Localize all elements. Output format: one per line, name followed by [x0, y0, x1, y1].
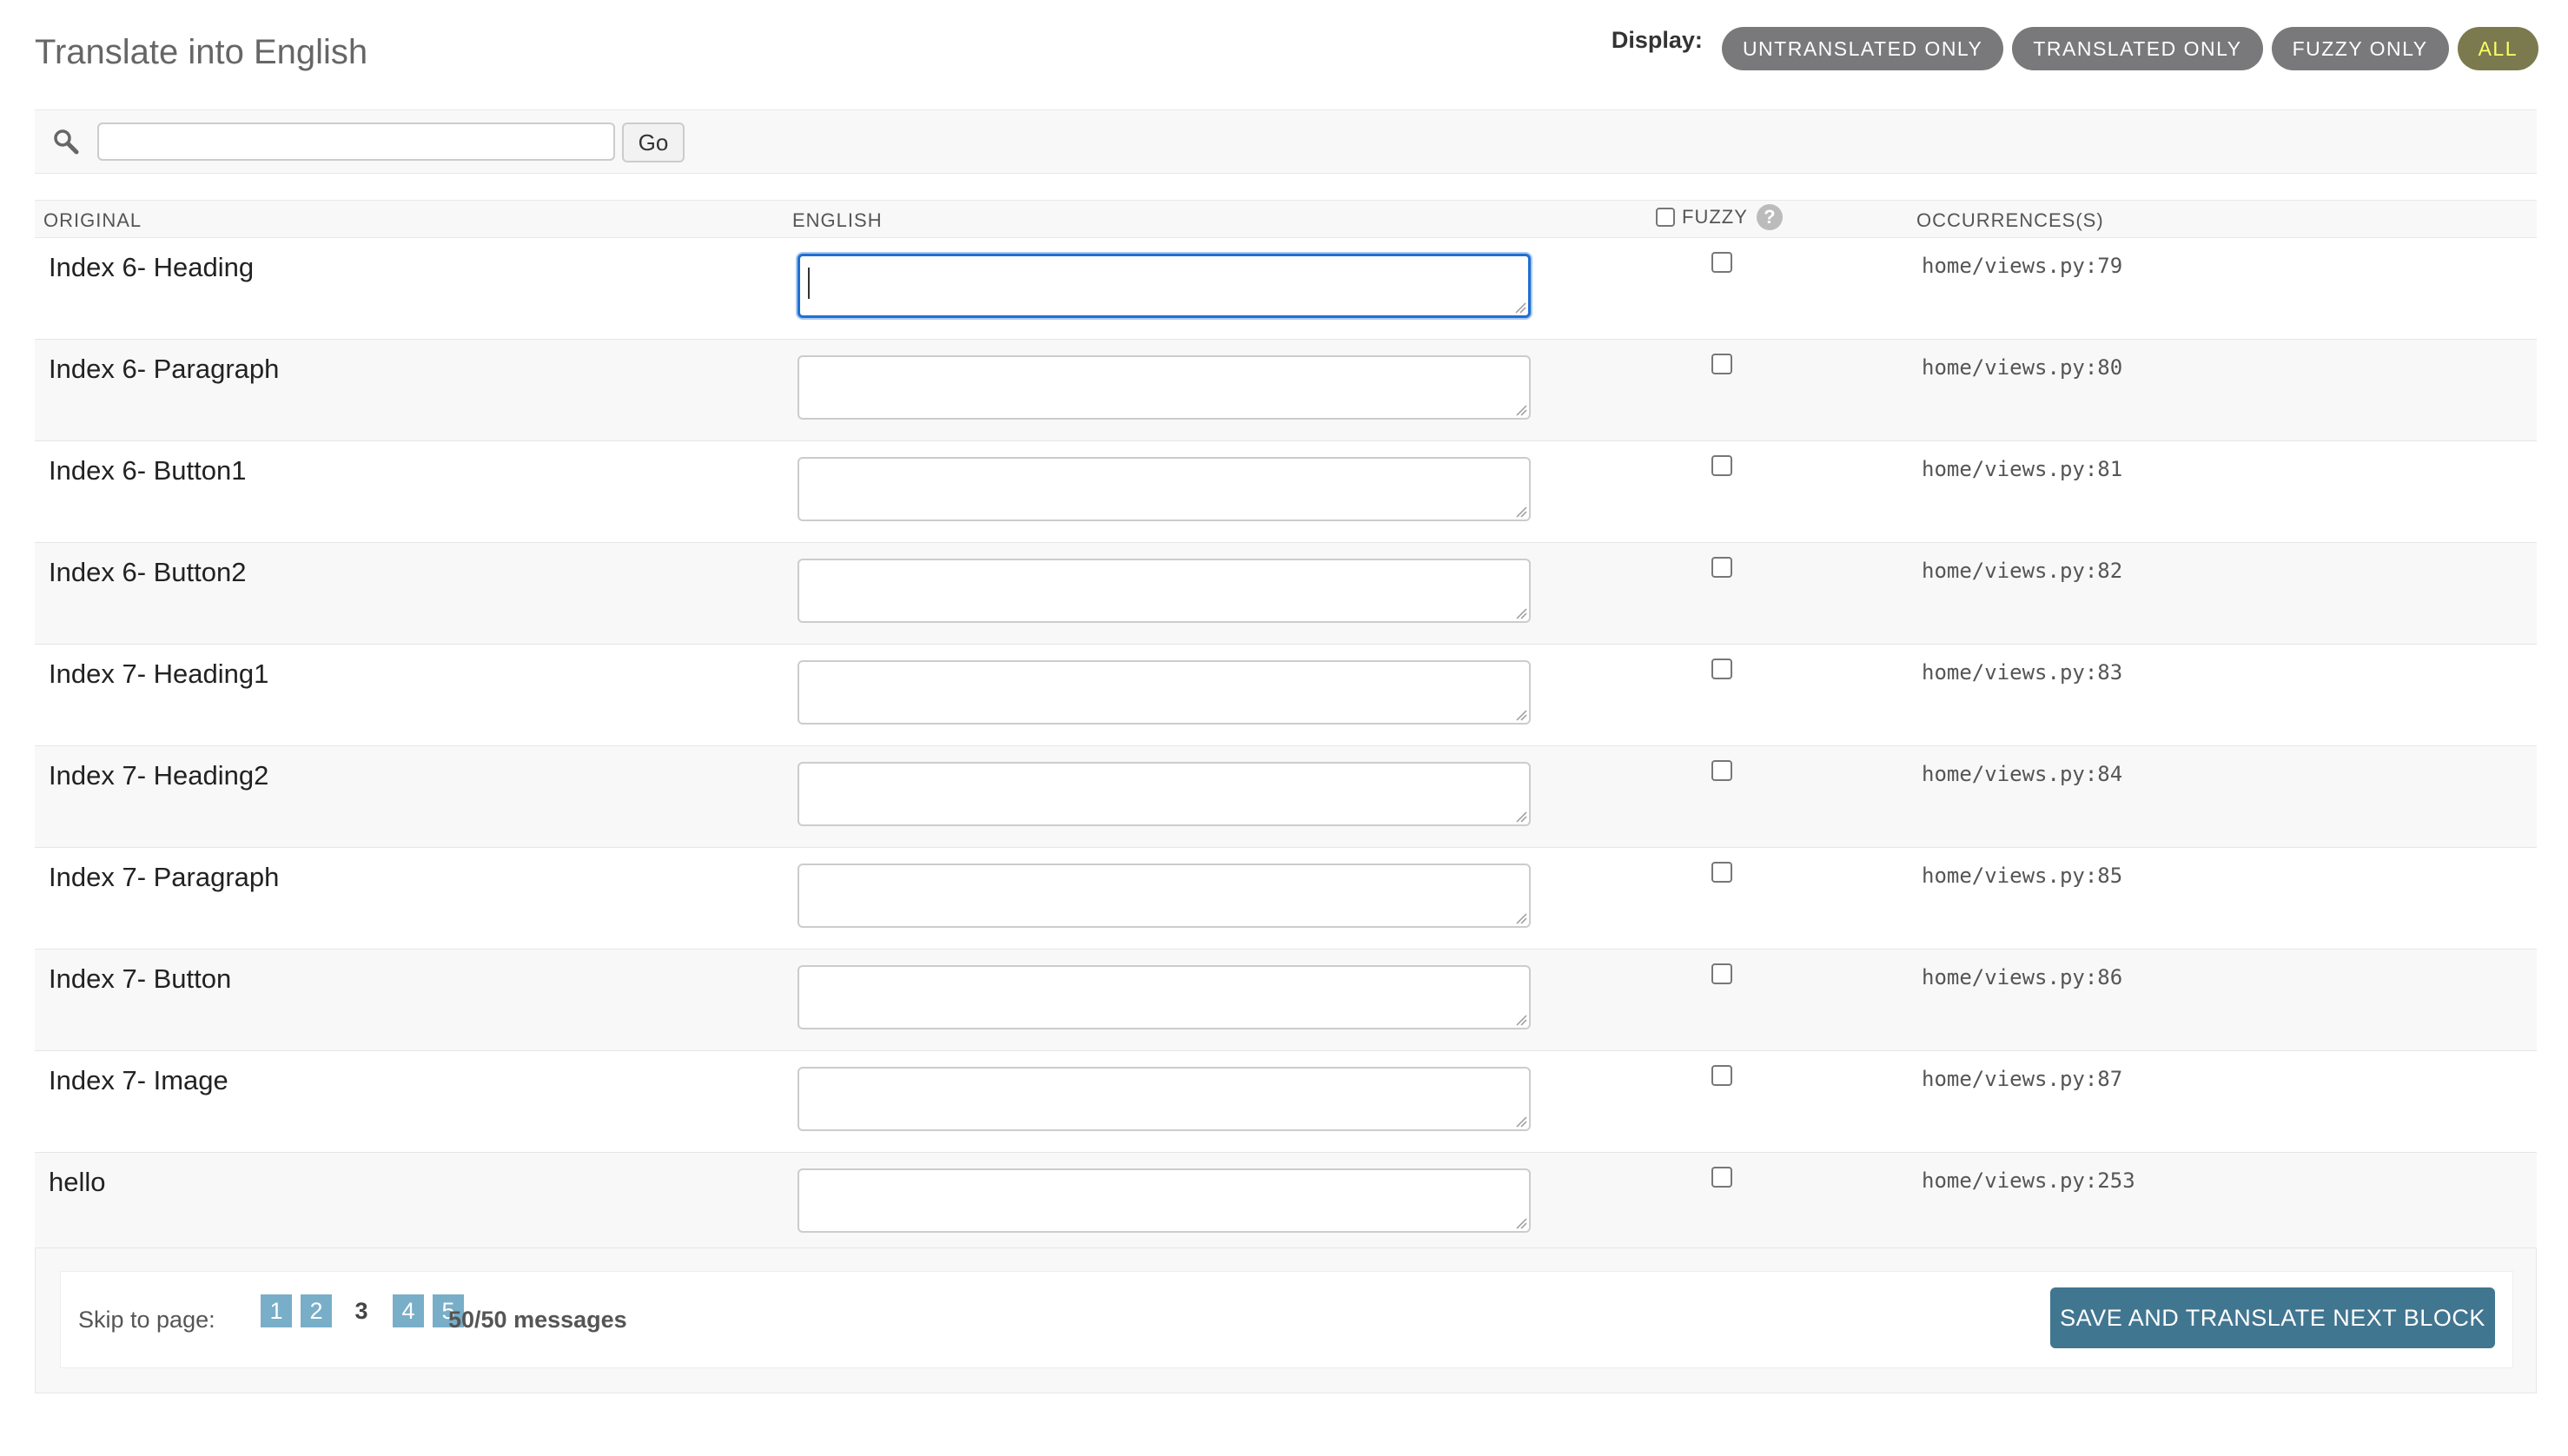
occurrence-text: home/views.py:82	[1922, 559, 2123, 583]
table-row: Index 7- Heading2 home/views.py:84	[35, 746, 2537, 848]
table-row: Index 6- Button2 home/views.py:82	[35, 543, 2537, 645]
page-title: Translate into English	[35, 33, 368, 71]
column-fuzzy: FUZZY ?	[1656, 204, 1783, 230]
table-row: Index 7- Button home/views.py:86	[35, 950, 2537, 1051]
page-link-1[interactable]: 1	[261, 1294, 292, 1327]
fuzzy-checkbox[interactable]	[1711, 1167, 1732, 1188]
save-and-translate-next-button[interactable]: SAVE AND TRANSLATE NEXT BLOCK	[2050, 1287, 2495, 1348]
filter-untranslated-button[interactable]: UNTRANSLATED ONLY	[1721, 27, 2004, 70]
fuzzy-checkbox[interactable]	[1711, 354, 1732, 374]
search-bar: Go	[35, 109, 2537, 174]
occurrence-text: home/views.py:86	[1922, 965, 2123, 989]
fuzzy-checkbox[interactable]	[1711, 659, 1732, 679]
original-text: Index 6- Paragraph	[49, 354, 280, 384]
display-label: Display:	[1611, 26, 1703, 53]
resize-grip-icon[interactable]	[1515, 404, 1527, 416]
resize-grip-icon[interactable]	[1515, 1217, 1527, 1229]
original-text: Index 7- Image	[49, 1065, 228, 1095]
occurrence-text: home/views.py:80	[1922, 355, 2123, 380]
resize-grip-icon[interactable]	[1515, 709, 1527, 721]
occurrence-text: home/views.py:79	[1922, 254, 2123, 278]
english-translation-field[interactable]	[798, 965, 1531, 1029]
fuzzy-checkbox[interactable]	[1711, 557, 1732, 578]
search-input[interactable]	[97, 122, 615, 161]
resize-grip-icon[interactable]	[1515, 607, 1527, 619]
original-text: Index 6- Heading	[49, 252, 255, 282]
table-row: Index 7- Paragraph home/views.py:85	[35, 848, 2537, 950]
column-original: ORIGINAL	[43, 209, 142, 231]
original-text: Index 6- Button2	[49, 557, 247, 587]
english-translation-field[interactable]	[798, 254, 1531, 318]
occurrence-text: home/views.py:87	[1922, 1067, 2123, 1091]
column-english: ENGLISH	[792, 209, 883, 231]
fuzzy-checkbox[interactable]	[1711, 455, 1732, 476]
resize-grip-icon[interactable]	[1515, 1115, 1527, 1128]
english-translation-field[interactable]	[798, 559, 1531, 623]
footer-panel: Skip to page: 1 2 3 4 5 50/50 messages S…	[60, 1271, 2513, 1368]
display-filter-bar: Display: UNTRANSLATED ONLY TRANSLATED ON…	[1612, 27, 2538, 70]
original-text: Index 7- Paragraph	[49, 862, 280, 892]
fuzzy-checkbox[interactable]	[1711, 252, 1732, 273]
table-row: Index 7- Image home/views.py:87	[35, 1051, 2537, 1153]
current-page: 3	[354, 1298, 368, 1324]
page-link-4[interactable]: 4	[393, 1294, 424, 1327]
go-button[interactable]: Go	[622, 122, 685, 162]
english-translation-field[interactable]	[798, 660, 1531, 725]
fuzzy-checkbox[interactable]	[1711, 1065, 1732, 1086]
table-row: Index 6- Heading home/views.py:79	[35, 238, 2537, 340]
table-body: Index 6- Heading home/views.py:79 Index …	[35, 238, 2537, 1254]
table-header: ORIGINAL ENGLISH FUZZY ? OCCURRENCES(S)	[35, 200, 2537, 238]
column-fuzzy-label: FUZZY	[1682, 206, 1748, 228]
footer-bar: Skip to page: 1 2 3 4 5 50/50 messages S…	[35, 1248, 2537, 1393]
resize-grip-icon[interactable]	[1515, 506, 1527, 518]
english-translation-field[interactable]	[798, 864, 1531, 928]
occurrence-text: home/views.py:85	[1922, 864, 2123, 888]
table-row: hello home/views.py:253	[35, 1153, 2537, 1254]
original-text: hello	[49, 1167, 106, 1197]
help-icon[interactable]: ?	[1756, 204, 1783, 230]
filter-translated-button[interactable]: TRANSLATED ONLY	[2012, 27, 2263, 70]
fuzzy-all-checkbox[interactable]	[1656, 208, 1675, 227]
english-translation-field[interactable]	[798, 1067, 1531, 1131]
translation-table: ORIGINAL ENGLISH FUZZY ? OCCURRENCES(S) …	[35, 200, 2537, 1254]
table-row: Index 6- Paragraph home/views.py:80	[35, 340, 2537, 441]
resize-grip-icon[interactable]	[1515, 1014, 1527, 1026]
table-row: Index 6- Button1 home/views.py:81	[35, 441, 2537, 543]
occurrence-text: home/views.py:81	[1922, 457, 2123, 481]
resize-grip-icon[interactable]	[1515, 912, 1527, 924]
occurrence-text: home/views.py:253	[1922, 1168, 2135, 1193]
occurrence-text: home/views.py:84	[1922, 762, 2123, 786]
pagination: 1 2 3 4 5	[261, 1294, 473, 1327]
text-caret	[808, 268, 810, 299]
fuzzy-checkbox[interactable]	[1711, 760, 1732, 781]
resize-grip-icon[interactable]	[1514, 301, 1526, 314]
table-row: Index 7- Heading1 home/views.py:83	[35, 645, 2537, 746]
fuzzy-checkbox[interactable]	[1711, 963, 1732, 984]
english-translation-field[interactable]	[798, 762, 1531, 826]
search-icon	[52, 128, 80, 156]
filter-fuzzy-button[interactable]: FUZZY ONLY	[2271, 27, 2449, 70]
occurrence-text: home/views.py:83	[1922, 660, 2123, 685]
original-text: Index 6- Button1	[49, 455, 247, 486]
english-translation-field[interactable]	[798, 1168, 1531, 1233]
message-count: 50/50 messages	[448, 1307, 627, 1333]
original-text: Index 7- Button	[49, 963, 232, 994]
original-text: Index 7- Heading2	[49, 760, 269, 791]
filter-all-button[interactable]: ALL	[2457, 27, 2538, 70]
english-translation-field[interactable]	[798, 457, 1531, 521]
page-link-2[interactable]: 2	[301, 1294, 332, 1327]
original-text: Index 7- Heading1	[49, 659, 269, 689]
fuzzy-checkbox[interactable]	[1711, 862, 1732, 883]
english-translation-field[interactable]	[798, 355, 1531, 420]
skip-to-page-label: Skip to page:	[78, 1307, 215, 1333]
resize-grip-icon[interactable]	[1515, 811, 1527, 823]
column-occurrences: OCCURRENCES(S)	[1916, 209, 2104, 231]
